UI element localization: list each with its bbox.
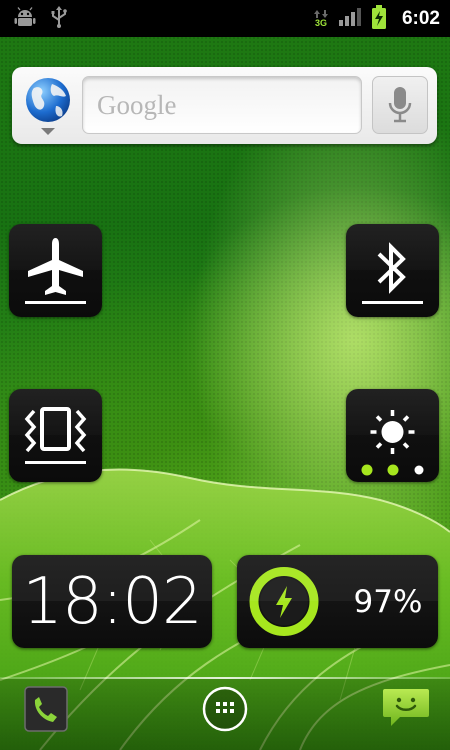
search-placeholder: Google <box>97 89 177 120</box>
network-type-indicator: 3G <box>313 9 328 28</box>
vibrate-icon <box>24 407 87 464</box>
messaging-button[interactable] <box>382 687 430 735</box>
brightness-level-dot <box>361 464 373 476</box>
dropdown-arrow-icon <box>41 128 55 135</box>
brightness-level-dot <box>414 465 424 475</box>
battery-widget[interactable]: 97% <box>237 555 438 648</box>
app-drawer-icon <box>202 686 248 732</box>
globe-icon <box>26 78 70 135</box>
battery-charging-icon <box>371 4 386 33</box>
brightness-toggle[interactable] <box>346 389 439 482</box>
dock <box>0 679 450 750</box>
messaging-icon <box>383 689 429 726</box>
airplane-mode-toggle[interactable] <box>9 224 102 317</box>
android-debug-icon <box>14 6 36 31</box>
bluetooth-toggle[interactable] <box>346 224 439 317</box>
clock-widget[interactable]: 18:02 <box>12 555 212 648</box>
usb-icon <box>50 5 68 32</box>
network-type-label: 3G <box>314 17 327 28</box>
microphone-icon <box>388 87 412 123</box>
phone-button[interactable] <box>24 686 68 736</box>
voice-search-button[interactable] <box>372 76 428 134</box>
home-screen: 3G 6:02 Google 18:02 97% <box>0 0 450 750</box>
signal-strength-icon <box>338 7 362 31</box>
search-source-button[interactable] <box>22 76 74 138</box>
brightness-level-dot <box>387 464 399 476</box>
search-input[interactable]: Google <box>82 76 362 134</box>
airplane-icon <box>25 238 86 304</box>
clock-time: 18:02 <box>22 564 202 639</box>
app-drawer-button[interactable] <box>201 685 249 737</box>
google-search-widget: Google <box>12 67 437 144</box>
charging-bolt-icon <box>249 567 319 636</box>
status-time: 6:02 <box>401 7 440 29</box>
status-bar: 3G 6:02 <box>0 0 450 37</box>
battery-percent: 97% <box>353 583 423 620</box>
phone-icon <box>24 686 68 732</box>
brightness-icon <box>361 410 424 476</box>
vibrate-toggle[interactable] <box>9 389 102 482</box>
bluetooth-icon <box>362 242 423 304</box>
